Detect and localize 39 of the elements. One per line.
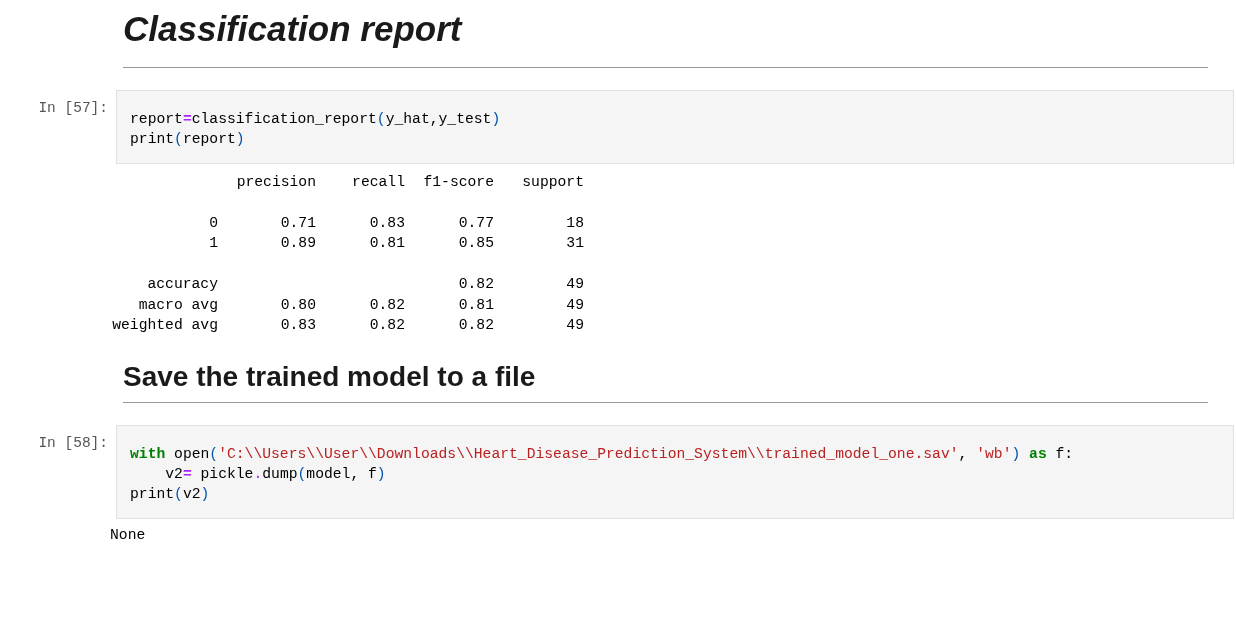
column-header: precision	[235, 172, 316, 192]
metric-value: 0.71	[279, 213, 316, 233]
metric-value: 0.89	[279, 234, 316, 253]
metric-value: 0.82	[457, 316, 494, 335]
row-label: 0	[208, 213, 218, 233]
cell-prompt: In [57]:	[37, 98, 109, 118]
metric-value: 0.82	[457, 275, 494, 294]
column-header: recall	[351, 172, 405, 192]
code-line: with open('C:\\Users\\User\\Downloads\\Heart_Disease_Prediction_System\\trained_model_one.sav', 'wb') as f:	[130, 445, 1075, 465]
code-line: v2= pickle.dump(model, f)	[164, 465, 387, 485]
row-label: accuracy	[146, 275, 218, 294]
code-line: print(v2)	[130, 485, 211, 505]
section-heading: Classification report	[123, 4, 1208, 68]
metric-value: 0.81	[457, 295, 494, 315]
metric-value: 0.83	[279, 316, 316, 335]
cell-prompt: In [58]:	[37, 434, 109, 454]
code-cell[interactable]: report=classification_report(y_hat,y_test) print(report)	[116, 89, 1234, 164]
metric-value: 0.80	[279, 295, 316, 315]
metric-value: 49	[565, 316, 584, 335]
code-line: print(report)	[130, 129, 246, 149]
metric-value: 0.77	[457, 213, 494, 233]
metric-value: 49	[565, 295, 584, 315]
metric-value: 0.82	[368, 295, 405, 315]
metric-value: 0.81	[368, 234, 405, 253]
code-line: report=classification_report(y_hat,y_test)	[130, 109, 502, 129]
row-label: 1	[208, 234, 218, 253]
metric-value: 0.85	[457, 234, 494, 253]
output-text: None	[110, 527, 147, 544]
row-label: weighted avg	[111, 316, 218, 335]
metric-value: 18	[565, 213, 584, 233]
metric-value: 0.82	[368, 316, 405, 335]
metric-value: 49	[565, 275, 584, 294]
column-header: f1-score	[422, 172, 494, 192]
section-heading: Save the trained model to a file	[123, 335, 1208, 404]
metric-value: 31	[565, 234, 584, 253]
code-cell[interactable]: with open('C:\\Users\\User\\Downloads\\Heart_Disease_Prediction_System\\trained_model_one.sav', 'wb') as f: v2= pickle.dump(model, f) print(v2)	[116, 425, 1234, 520]
row-label: macro avg	[137, 295, 218, 315]
column-header: support	[521, 172, 584, 192]
metric-value: 0.83	[368, 213, 405, 233]
